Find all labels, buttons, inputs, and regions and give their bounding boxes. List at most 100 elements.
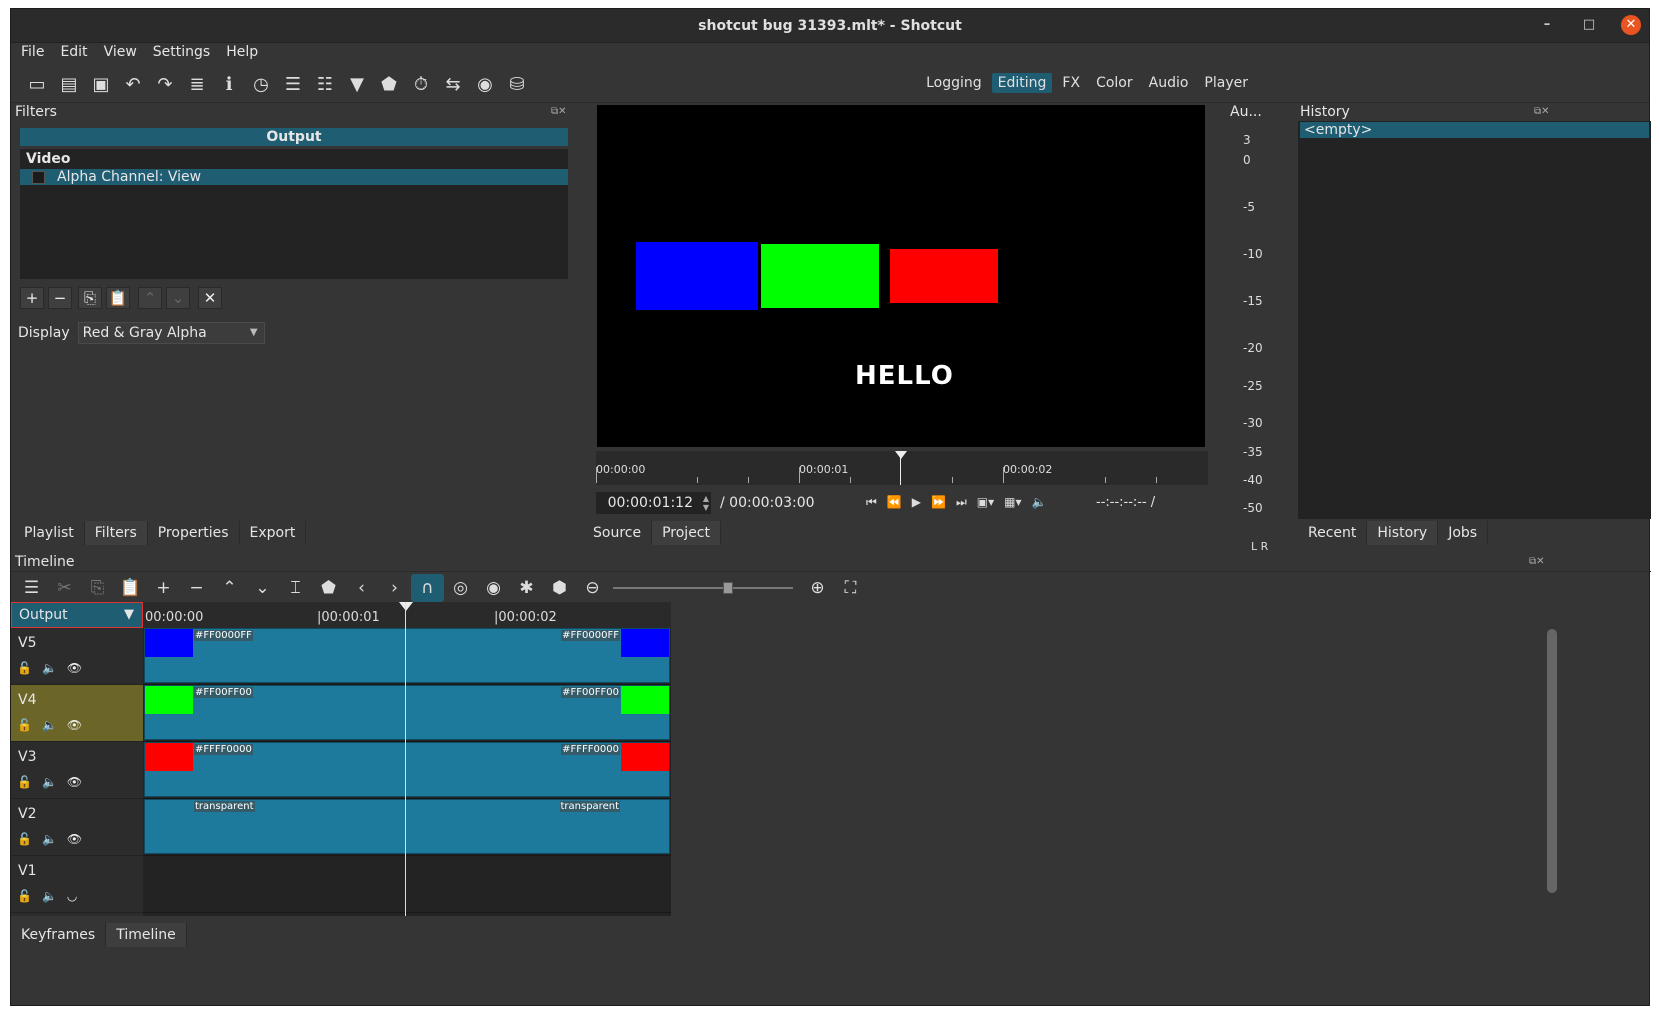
- tab-playlist[interactable]: Playlist: [14, 521, 85, 545]
- track-header-v5[interactable]: V5 🔓 🔈 👁: [11, 628, 143, 685]
- tab-keyframes[interactable]: Keyframes: [11, 923, 107, 947]
- grid-icon[interactable]: ▦▾: [1004, 495, 1021, 510]
- menu-help[interactable]: Help: [226, 44, 258, 66]
- player-scrubber[interactable]: 00:00:00 00:00:01 00:00:02: [596, 451, 1208, 485]
- timeline-icon[interactable]: ☷: [309, 70, 341, 100]
- ripple-markers-icon[interactable]: ⬢: [543, 574, 576, 602]
- layout-editing[interactable]: Editing: [991, 73, 1053, 93]
- zoom-fit-icon[interactable]: ⛶: [834, 574, 867, 602]
- play-icon[interactable]: ▶: [912, 495, 921, 510]
- properties-icon[interactable]: ℹ: [213, 70, 245, 100]
- close-button[interactable]: ✕: [1621, 15, 1641, 35]
- mute-icon[interactable]: 🔈: [42, 889, 57, 903]
- lock-icon[interactable]: 🔓: [17, 661, 32, 675]
- layout-audio[interactable]: Audio: [1143, 73, 1195, 93]
- ripple-icon[interactable]: ◉: [477, 574, 510, 602]
- export-icon[interactable]: ◉: [469, 70, 501, 100]
- volume-icon[interactable]: 🔈: [1032, 495, 1047, 510]
- skip-start-icon[interactable]: ⏮: [866, 495, 877, 510]
- minimize-button[interactable]: –: [1537, 15, 1557, 35]
- next-marker-icon[interactable]: ›: [378, 574, 411, 602]
- recent-icon[interactable]: ◷: [245, 70, 277, 100]
- peak-meter-icon[interactable]: ≣: [181, 70, 213, 100]
- tab-jobs[interactable]: Jobs: [1438, 521, 1489, 545]
- clip[interactable]: #FF00FF00 #FF00FF00: [144, 685, 670, 740]
- layout-color[interactable]: Color: [1090, 73, 1139, 93]
- zoom-in-icon[interactable]: ⊕: [801, 574, 834, 602]
- filter-icon[interactable]: ▼: [341, 70, 373, 100]
- overwrite-icon[interactable]: ⌄: [246, 574, 279, 602]
- timeline-tracks[interactable]: 00:00:00 |00:00:01 |00:00:02 #FF0000FF #…: [143, 602, 671, 916]
- eye-icon[interactable]: 👁: [67, 661, 82, 675]
- move-down-icon[interactable]: ⌄: [166, 287, 190, 309]
- menu-edit[interactable]: Edit: [60, 44, 87, 66]
- filter-icon[interactable]: ▼: [124, 603, 134, 627]
- undo-icon[interactable]: ↶: [117, 70, 149, 100]
- dock-float-close-icon[interactable]: ⧉✕: [1534, 106, 1550, 117]
- lock-icon[interactable]: 🔓: [17, 718, 32, 732]
- video-preview[interactable]: HELLO: [597, 105, 1205, 447]
- timecode-input[interactable]: 00:00:01:12 ▲ ▼: [596, 492, 711, 514]
- eye-hidden-icon[interactable]: ◡: [67, 889, 77, 903]
- history-item[interactable]: <empty>: [1300, 122, 1649, 138]
- track-header-v2[interactable]: V2 🔓 🔈 👁: [11, 799, 143, 856]
- mute-icon[interactable]: 🔈: [42, 775, 57, 789]
- ripple-delete-icon[interactable]: −: [180, 574, 213, 602]
- move-up-icon[interactable]: ⌃: [138, 287, 162, 309]
- menu-settings[interactable]: Settings: [153, 44, 210, 66]
- snap-icon[interactable]: ∩: [411, 573, 444, 602]
- tab-export[interactable]: Export: [240, 521, 307, 545]
- menu-file[interactable]: File: [21, 44, 44, 66]
- remove-filter-icon[interactable]: −: [48, 287, 72, 309]
- redo-icon[interactable]: ↷: [149, 70, 181, 100]
- keyframes-icon[interactable]: ⏱: [405, 70, 437, 100]
- deselect-filter-icon[interactable]: ✕: [198, 287, 222, 309]
- filter-item[interactable]: Alpha Channel: View: [20, 169, 568, 185]
- lock-icon[interactable]: 🔓: [17, 775, 32, 789]
- output-header[interactable]: Output ▼: [11, 602, 143, 628]
- clip[interactable]: transparent transparent: [144, 799, 670, 854]
- tab-filters[interactable]: Filters: [84, 521, 148, 545]
- lock-icon[interactable]: 🔓: [17, 889, 32, 903]
- zoom-slider[interactable]: [613, 574, 793, 602]
- tab-history[interactable]: History: [1367, 521, 1439, 545]
- dock-float-close-icon[interactable]: ⧉✕: [1529, 556, 1545, 567]
- layout-player[interactable]: Player: [1198, 73, 1254, 93]
- layout-fx[interactable]: FX: [1056, 73, 1086, 93]
- paste-filter-icon[interactable]: 📋: [106, 287, 130, 309]
- playhead-marker[interactable]: [895, 451, 907, 459]
- scrub-icon[interactable]: ◎: [444, 574, 477, 602]
- track-header-v4[interactable]: V4 🔓 🔈 👁: [11, 685, 143, 742]
- timeline-scrollbar[interactable]: [1547, 629, 1557, 893]
- mute-icon[interactable]: 🔈: [42, 832, 57, 846]
- copy-filter-icon[interactable]: ⎘: [78, 287, 102, 309]
- cut-icon[interactable]: ✂: [48, 574, 81, 602]
- tab-properties[interactable]: Properties: [148, 521, 240, 545]
- zoom-out-icon[interactable]: ⊖: [576, 574, 609, 602]
- save-icon[interactable]: ▣: [85, 70, 117, 100]
- filter-enable-checkbox[interactable]: [32, 170, 45, 184]
- clip[interactable]: #FF0000FF #FF0000FF: [144, 628, 670, 683]
- tab-source[interactable]: Source: [583, 521, 653, 545]
- copy-icon[interactable]: ⎘: [81, 574, 114, 602]
- tab-recent[interactable]: Recent: [1298, 521, 1368, 545]
- append-icon[interactable]: +: [147, 574, 180, 602]
- mute-icon[interactable]: 🔈: [42, 718, 57, 732]
- eye-icon[interactable]: 👁: [67, 832, 82, 846]
- dock-float-close-icon[interactable]: ⧉✕: [551, 106, 567, 117]
- tab-timeline[interactable]: Timeline: [106, 923, 187, 947]
- timeline-playhead[interactable]: [405, 602, 406, 916]
- tab-project[interactable]: Project: [652, 521, 721, 545]
- display-select[interactable]: Red & Gray Alpha ▼: [77, 322, 265, 344]
- paste-icon[interactable]: 📋: [114, 574, 147, 602]
- eye-icon[interactable]: 👁: [67, 718, 82, 732]
- prev-marker-icon[interactable]: ‹: [345, 574, 378, 602]
- mute-icon[interactable]: 🔈: [42, 661, 57, 675]
- add-filter-icon[interactable]: +: [20, 287, 44, 309]
- history-icon[interactable]: ⇆: [437, 70, 469, 100]
- spin-arrows-icon[interactable]: ▲ ▼: [703, 494, 709, 512]
- maximize-button[interactable]: □: [1579, 15, 1599, 35]
- marker-icon[interactable]: ⬟: [312, 574, 345, 602]
- layout-logging[interactable]: Logging: [920, 73, 988, 93]
- track-header-v3[interactable]: V3 🔓 🔈 👁: [11, 742, 143, 799]
